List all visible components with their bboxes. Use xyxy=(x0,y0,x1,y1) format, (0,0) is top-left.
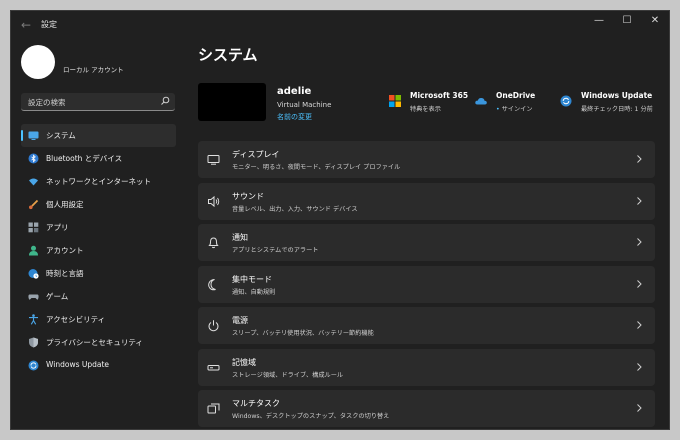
sidebar-item-label: アプリ xyxy=(46,223,69,232)
page-title: システム xyxy=(198,46,258,64)
card-title: マルチタスク xyxy=(232,399,280,408)
sidebar-item-personalization[interactable]: 個人用設定 xyxy=(21,193,176,216)
maximize-button[interactable]: ☐ xyxy=(613,11,641,33)
card-subtitle: 音量レベル、出力、入力、サウンド デバイス xyxy=(232,205,358,213)
chevron-right-icon xyxy=(635,279,643,289)
rename-link[interactable]: 名前の変更 xyxy=(277,112,312,122)
gamepad-icon xyxy=(28,291,39,302)
card-subtitle: ストレージ領域、ドライブ、構成ルール xyxy=(232,371,344,379)
card-title: 集中モード xyxy=(232,274,272,284)
chevron-right-icon xyxy=(635,237,643,247)
sidebar-item-gaming[interactable]: ゲーム xyxy=(21,285,176,308)
device-name: adelie xyxy=(277,86,312,97)
moon-icon xyxy=(207,278,220,291)
power-icon xyxy=(207,319,220,332)
chevron-right-icon xyxy=(635,196,643,206)
sidebar-item-label: 個人用設定 xyxy=(46,200,84,209)
app-title: 設定 xyxy=(41,20,57,29)
title-bar: ← 設定 — ☐ ✕ xyxy=(11,11,669,39)
speaker-icon xyxy=(207,195,220,208)
search-icon xyxy=(160,96,170,106)
windows-update-subtitle: 最終チェック日時: 1 分前 xyxy=(581,106,653,113)
card-title: ディスプレイ xyxy=(232,150,280,159)
device-thumbnail xyxy=(198,83,266,121)
system-icon xyxy=(28,130,39,141)
card-sound[interactable]: サウンド 音量レベル、出力、入力、サウンド デバイス xyxy=(198,182,655,220)
chevron-right-icon xyxy=(635,362,643,372)
chevron-right-icon xyxy=(635,403,643,413)
shield-icon xyxy=(28,337,39,348)
card-power[interactable]: 電源 スリープ、バッテリ使用状況、バッテリー節約機能 xyxy=(198,307,655,344)
card-title: サウンド xyxy=(232,191,264,201)
chevron-right-icon xyxy=(635,320,643,330)
update-icon xyxy=(560,95,572,107)
sidebar-item-label: ネットワークとインターネット xyxy=(46,177,151,186)
close-button[interactable]: ✕ xyxy=(641,11,669,33)
status-dot: • xyxy=(496,106,500,113)
bluetooth-icon xyxy=(28,153,39,164)
avatar[interactable] xyxy=(21,45,55,79)
brush-icon xyxy=(28,199,39,210)
sidebar-item-label: ゲーム xyxy=(46,292,69,301)
card-title: 電源 xyxy=(232,316,248,325)
card-title: 記憶域 xyxy=(232,357,256,367)
microsoft-365-subtitle: 特典を表示 xyxy=(410,106,441,113)
sidebar-item-apps[interactable]: アプリ xyxy=(21,216,176,239)
multitask-icon xyxy=(207,402,220,415)
chevron-right-icon xyxy=(635,154,643,164)
search-placeholder: 設定の検索 xyxy=(28,98,66,107)
sidebar-item-time-language[interactable]: 時刻と言語 xyxy=(21,262,176,285)
search-input[interactable]: 設定の検索 xyxy=(21,93,175,111)
wifi-icon xyxy=(28,176,39,187)
active-indicator xyxy=(21,130,23,141)
account-type-label: ローカル アカウント xyxy=(63,66,124,74)
apps-icon xyxy=(28,222,39,233)
card-subtitle: モニター、明るさ、夜間モード、ディスプレイ プロファイル xyxy=(232,164,401,171)
sidebar-item-windows-update[interactable]: Windows Update xyxy=(21,354,176,377)
sidebar-item-accounts[interactable]: アカウント xyxy=(21,239,176,262)
storage-icon xyxy=(207,361,220,374)
sidebar-item-label: アカウント xyxy=(46,246,84,255)
card-notifications[interactable]: 通知 アプリとシステムでのアラート xyxy=(198,224,655,261)
accessibility-icon xyxy=(28,314,39,325)
settings-cards: ディスプレイ モニター、明るさ、夜間モード、ディスプレイ プロファイル サウンド… xyxy=(198,141,655,429)
display-icon xyxy=(207,153,220,166)
sidebar-item-label: Windows Update xyxy=(46,360,110,369)
update-icon xyxy=(28,360,39,371)
sidebar-item-network[interactable]: ネットワークとインターネット xyxy=(21,170,176,193)
sidebar-item-label: アクセシビリティ xyxy=(46,315,106,324)
minimize-button[interactable]: — xyxy=(585,11,613,33)
person-icon xyxy=(28,245,39,256)
sidebar-item-accessibility[interactable]: アクセシビリティ xyxy=(21,308,176,331)
globe-clock-icon xyxy=(28,268,39,279)
back-button[interactable]: ← xyxy=(19,18,33,32)
sidebar-item-label: プライバシーとセキュリティ xyxy=(46,338,143,347)
sidebar-item-privacy[interactable]: プライバシーとセキュリティ xyxy=(21,331,176,354)
device-model: Virtual Machine xyxy=(277,101,332,109)
card-focus-assist[interactable]: 集中モード 通知、自動規則 xyxy=(198,265,655,303)
settings-window: ← 設定 — ☐ ✕ ローカル アカウント 設定の検索 システム Bluetoo… xyxy=(10,10,670,430)
cloud-icon xyxy=(475,95,487,107)
sidebar-item-bluetooth[interactable]: Bluetooth とデバイス xyxy=(21,147,176,170)
card-title: 通知 xyxy=(232,233,248,242)
onedrive-subtitle-text: サインイン xyxy=(501,106,533,113)
sidebar-nav: システム Bluetooth とデバイス ネットワークとインターネット 個人用設… xyxy=(21,124,176,377)
microsoft-365-title: Microsoft 365 xyxy=(410,91,469,100)
card-subtitle: スリープ、バッテリ使用状況、バッテリー節約機能 xyxy=(232,330,374,337)
onedrive-subtitle: • サインイン xyxy=(496,104,533,113)
sidebar-item-label: Bluetooth とデバイス xyxy=(46,154,123,163)
card-multitasking[interactable]: マルチタスク Windows、デスクトップのスナップ、タスクの切り替え xyxy=(198,390,655,427)
sidebar-item-label: システム xyxy=(46,131,76,140)
onedrive-title: OneDrive xyxy=(496,91,536,100)
card-subtitle: アプリとシステムでのアラート xyxy=(232,247,319,254)
card-storage[interactable]: 記憶域 ストレージ領域、ドライブ、構成ルール xyxy=(198,348,655,386)
card-display[interactable]: ディスプレイ モニター、明るさ、夜間モード、ディスプレイ プロファイル xyxy=(198,141,655,178)
microsoft-logo-icon xyxy=(389,95,401,107)
card-subtitle: 通知、自動規則 xyxy=(232,288,276,296)
windows-update-title: Windows Update xyxy=(581,91,653,100)
card-subtitle: Windows、デスクトップのスナップ、タスクの切り替え xyxy=(232,413,390,420)
sidebar-item-system[interactable]: システム xyxy=(21,124,176,147)
bell-icon xyxy=(207,236,220,249)
sidebar-item-label: 時刻と言語 xyxy=(46,269,84,278)
